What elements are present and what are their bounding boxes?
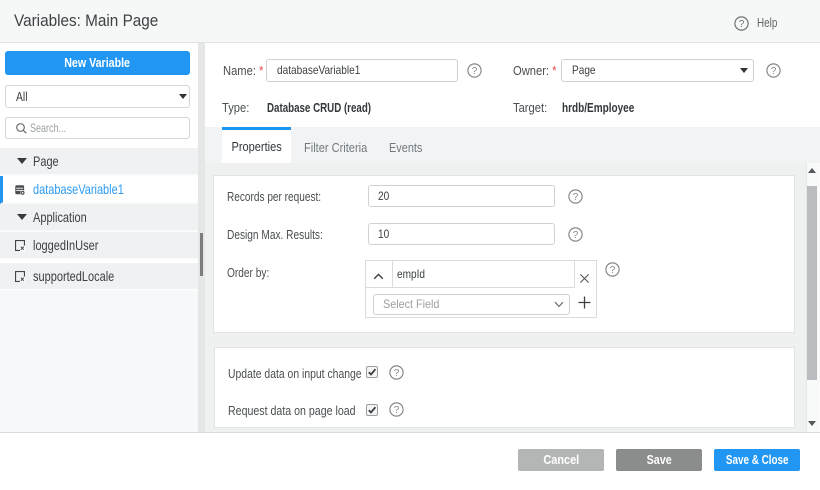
svg-text:?: ?: [573, 192, 579, 203]
svg-text:?: ?: [771, 66, 777, 77]
svg-text:?: ?: [739, 19, 745, 30]
svg-text:?: ?: [394, 405, 400, 416]
svg-text:?: ?: [472, 66, 478, 77]
svg-text:?: ?: [394, 368, 400, 379]
svg-text:?: ?: [610, 265, 616, 276]
svg-text:?: ?: [573, 230, 579, 241]
